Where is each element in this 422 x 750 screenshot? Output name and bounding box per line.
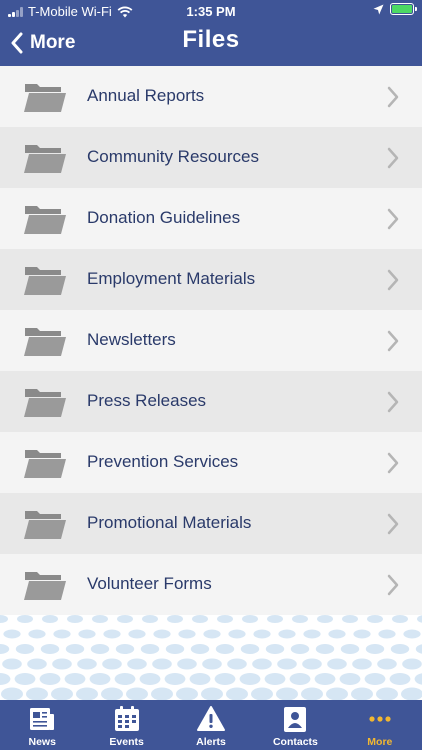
chevron-right-icon: [387, 452, 399, 474]
folder-row-prevention-services[interactable]: Prevention Services: [0, 432, 422, 493]
tab-alerts[interactable]: Alerts: [169, 700, 253, 750]
battery-icon: [390, 3, 417, 15]
folder-row-annual-reports[interactable]: Annual Reports: [0, 66, 422, 127]
app-header: T-Mobile Wi-Fi 1:35 PM More Files: [0, 0, 422, 66]
folder-label: Prevention Services: [87, 452, 239, 471]
tab-label: Events: [109, 736, 144, 748]
location-arrow-icon: [373, 4, 384, 14]
folder-icon: [24, 145, 66, 173]
folder-icon: [24, 84, 66, 112]
folder-label: Annual Reports: [87, 86, 205, 105]
tab-label: Contacts: [272, 736, 318, 748]
status-time: 1:35 PM: [186, 4, 236, 19]
chevron-right-icon: [387, 208, 399, 230]
folder-row-promotional-materials[interactable]: Promotional Materials: [0, 493, 422, 554]
chevron-right-icon: [387, 513, 399, 535]
calendar-icon: [114, 706, 139, 731]
folder-icon: [24, 206, 66, 234]
folder-icon: [24, 389, 66, 417]
tab-label: News: [28, 736, 56, 748]
tab-label: More: [367, 736, 393, 748]
folder-row-employment-materials[interactable]: Employment Materials: [0, 249, 422, 310]
tab-label: Alerts: [196, 736, 226, 748]
folder-row-newsletters[interactable]: Newsletters: [0, 310, 422, 371]
folder-label: Press Releases: [87, 391, 207, 410]
status-bar: T-Mobile Wi-Fi 1:35 PM: [0, 0, 422, 22]
chevron-left-icon: [11, 32, 23, 54]
tab-contacts[interactable]: Contacts: [253, 700, 337, 750]
folder-label: Community Resources: [87, 147, 259, 166]
back-button-label: More: [30, 32, 76, 53]
tab-events[interactable]: Events: [84, 700, 168, 750]
more-dots-icon: [369, 716, 391, 722]
background-dot-pattern: [0, 615, 422, 700]
chevron-right-icon: [387, 574, 399, 596]
folder-label: Newsletters: [87, 330, 176, 349]
chevron-right-icon: [387, 269, 399, 291]
chevron-right-icon: [387, 147, 399, 169]
folder-row-press-releases[interactable]: Press Releases: [0, 371, 422, 432]
folder-icon: [24, 450, 66, 478]
chevron-right-icon: [387, 86, 399, 108]
tab-bar: News Events Alerts Contacts More: [0, 700, 422, 750]
back-button[interactable]: More: [10, 28, 75, 58]
folder-label: Volunteer Forms: [87, 574, 212, 593]
folder-row-community-resources[interactable]: Community Resources: [0, 127, 422, 188]
folder-list: Annual Reports Community Resources Donat…: [0, 66, 422, 615]
chevron-right-icon: [387, 391, 399, 413]
newspaper-icon: [30, 708, 55, 730]
folder-icon: [24, 328, 66, 356]
folder-icon: [24, 511, 66, 539]
folder-label: Employment Materials: [87, 269, 256, 288]
folder-label: Donation Guidelines: [87, 208, 241, 227]
folder-icon: [24, 572, 66, 600]
tab-more[interactable]: More: [338, 700, 422, 750]
folder-row-volunteer-forms[interactable]: Volunteer Forms: [0, 554, 422, 615]
chevron-right-icon: [387, 330, 399, 352]
contact-card-icon: [284, 707, 307, 732]
tab-news[interactable]: News: [0, 700, 84, 750]
folder-label: Promotional Materials: [87, 513, 252, 532]
status-right: [373, 3, 417, 15]
folder-row-donation-guidelines[interactable]: Donation Guidelines: [0, 188, 422, 249]
warning-icon: [197, 706, 226, 731]
folder-icon: [24, 267, 66, 295]
